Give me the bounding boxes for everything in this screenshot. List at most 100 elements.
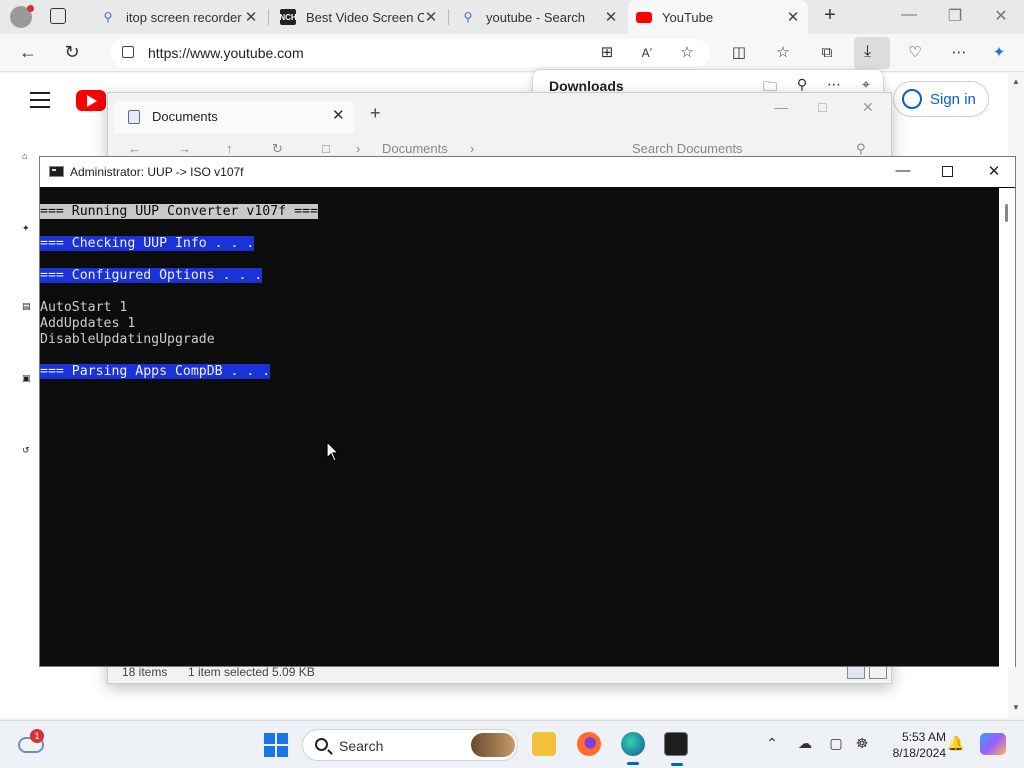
back-button[interactable]: ← (18, 43, 38, 61)
tab-best-video-screen-capture[interactable]: NCH Best Video Screen Ca ✕ (272, 0, 446, 34)
clock-date: 8/18/2024 (892, 746, 946, 760)
close-window-button[interactable]: ✕ (862, 99, 874, 116)
sign-in-label: Sign in (930, 90, 976, 108)
up-icon[interactable]: ↑ (226, 141, 233, 156)
app-available-icon[interactable]: ⊞ (598, 44, 616, 62)
console-line: === Configured Options . . . (40, 268, 999, 284)
console-line: === Checking UUP Info . . . (40, 236, 999, 252)
console-line-text: AddUpdates 1 (40, 316, 136, 331)
forward-icon[interactable]: → (178, 141, 191, 156)
explorer-tab[interactable]: Documents ✕ (114, 101, 354, 133)
minimize-button[interactable]: — (774, 99, 788, 115)
copilot-icon[interactable] (980, 733, 1006, 755)
start-button[interactable] (264, 733, 288, 757)
close-icon[interactable]: ✕ (244, 8, 258, 26)
close-icon[interactable]: ✕ (424, 8, 438, 26)
collections-icon[interactable]: ⧉ (818, 44, 836, 62)
windows-logo-pane (277, 746, 288, 757)
maximize-button[interactable]: □ (818, 99, 826, 115)
console-line-text: === Checking UUP Info . . . (40, 236, 255, 251)
scroll-up-icon[interactable]: ▲ (1012, 77, 1020, 86)
scrollbar-thumb[interactable] (1005, 204, 1008, 222)
breadcrumb[interactable]: Documents (382, 141, 448, 156)
back-icon[interactable]: ← (128, 141, 141, 156)
more-options-icon[interactable]: ⋯ (950, 44, 968, 62)
notification-bell-icon[interactable]: 🔔 (946, 735, 966, 752)
close-icon[interactable]: ✕ (786, 8, 800, 26)
console-title: Administrator: UUP -> ISO v107f (70, 165, 244, 179)
tab-title: Best Video Screen Ca (306, 9, 424, 25)
split-screen-icon[interactable]: ◫ (730, 44, 748, 62)
read-aloud-icon[interactable]: Aʼ (638, 44, 656, 62)
explorer-search-input[interactable]: Search Documents (632, 141, 743, 156)
windows-logo-pane (264, 746, 275, 757)
refresh-icon[interactable]: ↻ (272, 141, 283, 157)
display-icon[interactable]: ▢ (826, 735, 846, 752)
tab-itop-screen-recorder[interactable]: ⚲ itop screen recorder ✕ (92, 0, 266, 34)
maximize-button[interactable] (942, 166, 953, 177)
sign-in-button[interactable]: Sign in (893, 81, 989, 117)
chevron-up-icon[interactable]: ⌃ (762, 735, 782, 752)
taskbar: 1 Search ⌃ ☁ ▢ ☸ 5:53 AM 8/18/2024 🔔 (0, 720, 1024, 768)
more-options-icon[interactable]: ⋯ (825, 76, 843, 93)
console-scrollbar[interactable] (999, 188, 1015, 667)
console-line-text: === Configured Options . . . (40, 268, 263, 283)
new-tab-button[interactable]: + (370, 103, 381, 124)
favorite-star-icon[interactable]: ☆ (678, 44, 696, 62)
system-clock[interactable]: 5:53 AM 8/18/2024 (880, 729, 946, 761)
edge-icon[interactable] (621, 732, 645, 765)
status-item-count: 18 items (122, 665, 168, 679)
refresh-button[interactable]: ↻ (62, 43, 82, 61)
new-tab-button[interactable]: + (820, 5, 840, 26)
tab-actions-icon[interactable] (50, 8, 66, 24)
terminal-icon[interactable] (664, 732, 688, 766)
minimize-button[interactable]: — (888, 162, 918, 179)
search-icon: ⚲ (856, 141, 866, 156)
restore-button[interactable]: ❐ (940, 6, 970, 26)
minimize-button[interactable]: — (894, 6, 924, 24)
tab-youtube-search[interactable]: ⚲ youtube - Search ✕ (452, 0, 626, 34)
windows-logo-pane (264, 733, 275, 744)
tab-title: YouTube (662, 9, 714, 25)
copilot-icon[interactable]: ✦ (990, 44, 1008, 62)
search-icon: ⚲ (103, 10, 113, 24)
close-window-button[interactable]: ✕ (979, 162, 1009, 180)
firefox-icon[interactable] (577, 732, 601, 756)
tab-youtube[interactable]: YouTube ✕ (628, 0, 808, 34)
person-icon (902, 89, 922, 109)
search-highlight-image (471, 733, 515, 757)
pin-icon[interactable]: ⌖ (857, 76, 875, 93)
scroll-down-icon[interactable]: ▼ (1012, 703, 1020, 712)
file-explorer-icon[interactable] (532, 732, 556, 756)
console-line: DisableUpdatingUpgrade (40, 332, 999, 348)
console-output[interactable]: === Running UUP Converter v107f === === C… (40, 188, 999, 667)
tab-separator (268, 9, 269, 25)
url-field[interactable]: https://www.youtube.com ⊞ Aʼ ☆ (110, 39, 710, 67)
search-downloads-icon[interactable]: ⚲ (793, 76, 811, 93)
console-line-text: === Running UUP Converter v107f === (40, 204, 318, 219)
close-window-button[interactable]: ✕ (986, 6, 1016, 26)
menu-icon[interactable] (30, 92, 50, 108)
search-label: Search (339, 738, 384, 754)
network-icon[interactable]: ☸ (852, 735, 872, 752)
youtube-logo-icon[interactable] (76, 90, 106, 111)
browser-essentials-icon[interactable]: ♡ (906, 44, 924, 62)
nch-logo-icon: NCH (279, 9, 297, 25)
close-icon[interactable]: ✕ (604, 8, 618, 26)
status-selection: 1 item selected 5.09 KB (188, 665, 315, 679)
browser-tab-bar: ⚲ itop screen recorder ✕ NCH Best Video … (0, 0, 1024, 34)
console-line: AutoStart 1 (40, 300, 999, 316)
favorites-icon[interactable]: ☆ (774, 44, 792, 62)
taskbar-search[interactable]: Search (302, 729, 518, 761)
console-title-bar[interactable]: Administrator: UUP -> ISO v107f — ✕ (40, 157, 1015, 187)
document-icon (128, 110, 140, 124)
onedrive-icon[interactable]: ☁ (795, 735, 815, 752)
close-icon[interactable]: ✕ (332, 106, 345, 124)
tab-title: itop screen recorder (126, 9, 242, 25)
chevron-right-icon: › (470, 141, 475, 156)
downloads-button[interactable]: ⤓ (854, 37, 890, 69)
profile-avatar-icon[interactable] (10, 5, 34, 28)
